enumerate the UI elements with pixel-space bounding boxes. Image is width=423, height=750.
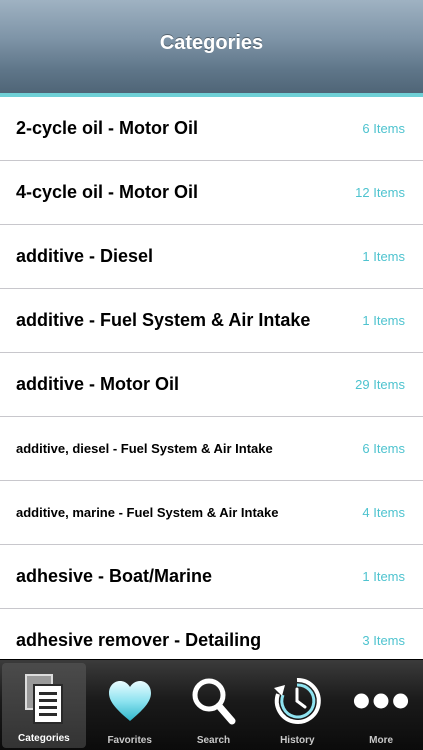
tab-more[interactable]: More xyxy=(339,660,423,750)
list-item-count: 4 Items xyxy=(362,505,405,520)
list-item-count: 6 Items xyxy=(362,441,405,456)
navigation-bar: Categories xyxy=(0,0,423,97)
list-item[interactable]: additive - Diesel 1 Items xyxy=(0,225,423,289)
list-item-title: additive, marine - Fuel System & Air Int… xyxy=(16,505,279,520)
search-icon xyxy=(185,671,241,731)
list-item[interactable]: adhesive remover - Detailing 3 Items xyxy=(0,609,423,659)
list-item-count: 29 Items xyxy=(355,377,405,392)
list-item-title: adhesive - Boat/Marine xyxy=(16,566,213,586)
documents-icon xyxy=(16,669,72,729)
tab-search[interactable]: Search xyxy=(172,660,256,750)
list-item-title: adhesive remover - Detailing xyxy=(16,630,262,650)
list-item-count: 1 Items xyxy=(362,569,405,584)
list-item-title: additive - Fuel System & Air Intake xyxy=(16,310,311,330)
tab-label: Categories xyxy=(18,733,70,744)
list-item[interactable]: 4-cycle oil - Motor Oil 12 Items xyxy=(0,161,423,225)
tab-favorites[interactable]: Favorites xyxy=(88,660,172,750)
page-title: Categories xyxy=(159,32,264,54)
tab-label: More xyxy=(369,735,394,746)
tab-bar: Categories Favorites Search History More xyxy=(0,659,423,750)
list-item-title: additive - Diesel xyxy=(16,246,154,266)
more-icon xyxy=(353,671,409,731)
list-item[interactable]: 2-cycle oil - Motor Oil 6 Items xyxy=(0,97,423,161)
list-item[interactable]: additive - Motor Oil 29 Items xyxy=(0,353,423,417)
tab-label: History xyxy=(280,735,315,746)
tab-label: Search xyxy=(196,735,231,746)
category-list[interactable]: 2-cycle oil - Motor Oil 6 Items 4-cycle … xyxy=(0,97,423,659)
list-item-count: 12 Items xyxy=(355,185,405,200)
list-item-count: 3 Items xyxy=(362,633,405,648)
list-item-count: 1 Items xyxy=(362,249,405,264)
clock-icon xyxy=(269,671,325,731)
list-item-title: additive, diesel - Fuel System & Air Int… xyxy=(16,441,273,456)
list-item-title: 4-cycle oil - Motor Oil xyxy=(16,182,199,202)
list-item[interactable]: adhesive - Boat/Marine 1 Items xyxy=(0,545,423,609)
list-item-count: 6 Items xyxy=(362,121,405,136)
list-item-title: additive - Motor Oil xyxy=(16,374,180,394)
list-item-title: 2-cycle oil - Motor Oil xyxy=(16,118,199,138)
list-item[interactable]: additive, diesel - Fuel System & Air Int… xyxy=(0,417,423,481)
tab-label: Favorites xyxy=(107,735,152,746)
list-item-count: 1 Items xyxy=(362,313,405,328)
tab-categories[interactable]: Categories xyxy=(2,663,86,748)
list-item[interactable]: additive - Fuel System & Air Intake 1 It… xyxy=(0,289,423,353)
tab-history[interactable]: History xyxy=(255,660,339,750)
list-item[interactable]: additive, marine - Fuel System & Air Int… xyxy=(0,481,423,545)
heart-icon xyxy=(102,671,158,731)
